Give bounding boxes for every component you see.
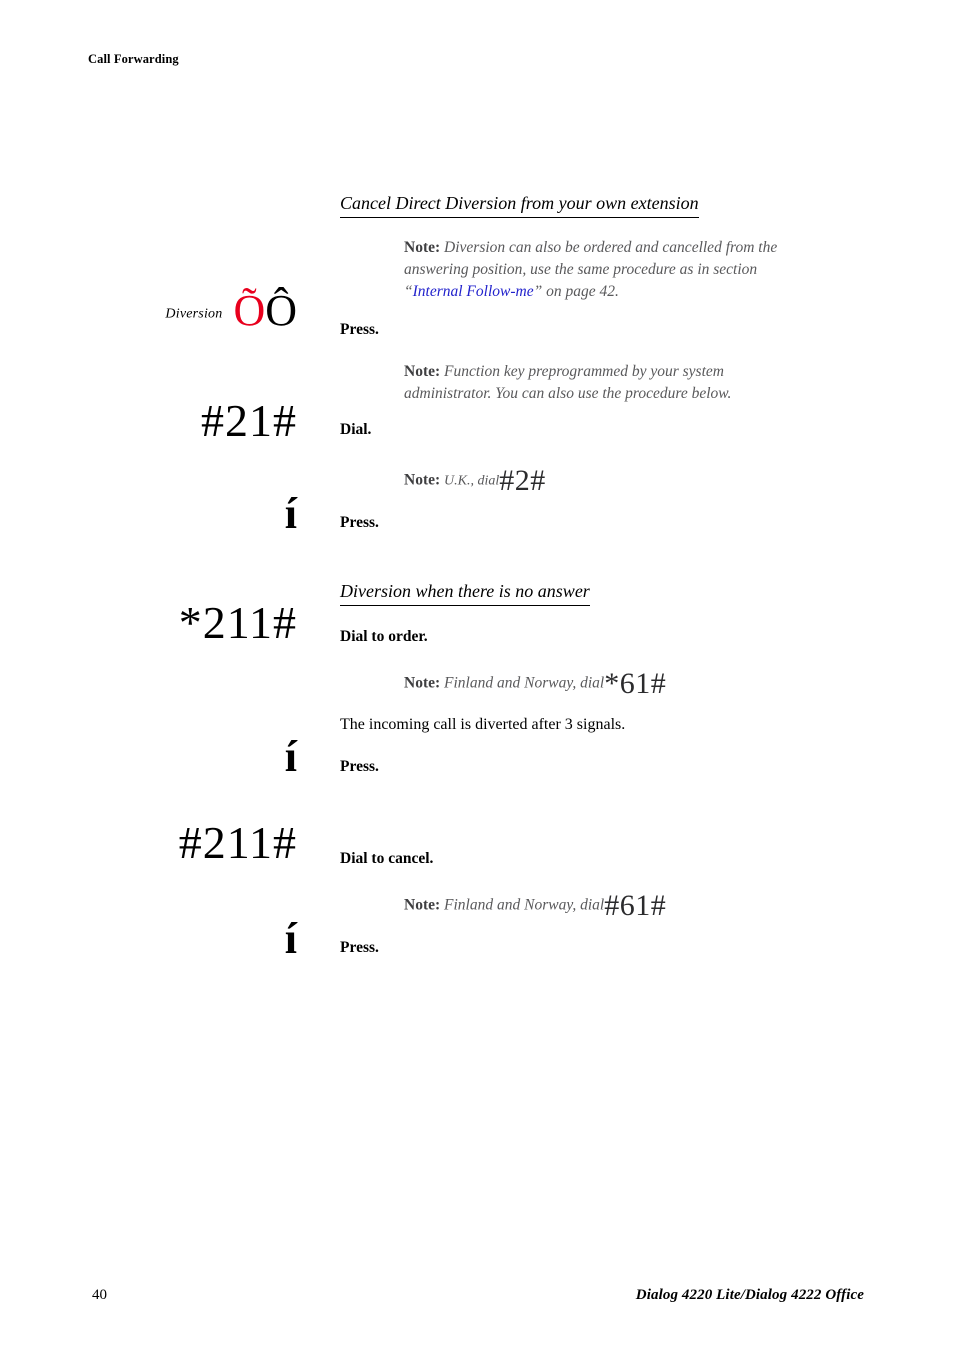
note-dial-code: #2# (499, 464, 546, 497)
dial-code-order-no-answer: *211# (60, 600, 297, 646)
text-incoming-call-diverted: The incoming call is diverted after 3 si… (340, 714, 885, 736)
action-press-after-order: Press. (340, 757, 885, 778)
action-label: Press. (340, 939, 379, 956)
key-clear-after-order: í (60, 735, 297, 779)
key-diversion-function: Diversion ÕÔ (60, 289, 297, 333)
action-press-after-dial-21: Press. (340, 513, 885, 534)
action-dial-to-cancel: Dial to cancel. (340, 849, 885, 870)
note-label: Note: (404, 896, 441, 914)
note-label: Note: (404, 674, 441, 692)
note-diversion-ordered-from-answering-position: Note: Diversion can also be ordered and … (404, 237, 884, 303)
note-line-1: Diversion can also be ordered and cancel… (444, 239, 778, 256)
action-label: Press. (340, 514, 379, 531)
diversion-key-label: Diversion (165, 306, 223, 322)
section-heading-cancel-direct-diversion: Cancel Direct Diversion from your own ex… (340, 192, 885, 219)
diversion-key-red-icon: Õ (233, 286, 266, 335)
note-link-suffix: ” on page 42. (533, 283, 619, 300)
note-text: U.K., dial (444, 473, 500, 489)
dial-code-text: *211# (178, 597, 297, 648)
clear-key-icon: í (284, 732, 297, 781)
note-finland-norway-order: Note: Finland and Norway, dial*61# (404, 663, 884, 706)
note-label: Note: (404, 471, 441, 489)
note-dial-code: *61# (604, 667, 667, 700)
diversion-key-black-icon: Ô (265, 286, 297, 335)
action-dial-to-order: Dial to order. (340, 627, 885, 648)
dial-code-cancel-no-answer: #211# (60, 820, 297, 866)
dial-code-cancel-direct-diversion: #21# (60, 398, 297, 444)
footer-document-title: Dialog 4220 Lite/Dialog 4222 Office (635, 1287, 864, 1303)
action-label: Dial to order. (340, 628, 428, 645)
key-clear-after-dial-21: í (60, 492, 297, 536)
note-dial-code: #61# (604, 889, 667, 922)
action-press-after-cancel: Press. (340, 938, 885, 959)
note-text: Finland and Norway, dial (444, 896, 605, 914)
action-label: Dial. (340, 421, 372, 438)
section-heading-text: Cancel Direct Diversion from your own ex… (340, 192, 699, 219)
action-dial: Dial. (340, 420, 885, 441)
note-finland-norway-cancel: Note: Finland and Norway, dial#61# (404, 885, 884, 928)
quote-open: “ (404, 283, 413, 300)
note-text: Finland and Norway, dial (444, 674, 605, 692)
dial-code-text: #21# (201, 395, 297, 446)
dial-code-text: #211# (178, 817, 297, 868)
footer-page-number: 40 (92, 1287, 107, 1303)
note-label: Note: (404, 239, 441, 256)
link-internal-follow-me[interactable]: Internal Follow-me (413, 283, 534, 300)
section-heading-diversion-no-answer: Diversion when there is no answer (340, 580, 885, 607)
running-header: Call Forwarding (88, 52, 179, 66)
action-label: Dial to cancel. (340, 850, 434, 867)
key-clear-after-cancel: í (60, 917, 297, 961)
body-text: The incoming call is diverted after 3 si… (340, 716, 626, 733)
note-line-1: Function key preprogrammed by your syste… (444, 363, 724, 380)
clear-key-icon: í (284, 489, 297, 538)
document-page: Call Forwarding Cancel Direct Diversion … (0, 0, 954, 1352)
section-heading-text: Diversion when there is no answer (340, 580, 590, 607)
action-press-diversion: Press. (340, 320, 885, 341)
note-function-key-preprogrammed: Note: Function key preprogrammed by your… (404, 361, 884, 405)
clear-key-icon: í (284, 914, 297, 963)
note-line-2: administrator. You can also use the proc… (404, 385, 732, 402)
note-line-2: answering position, use the same procedu… (404, 261, 758, 278)
note-uk-dial-code: Note: U.K., dial#2# (404, 460, 884, 503)
note-label: Note: (404, 363, 441, 380)
action-label: Press. (340, 758, 379, 775)
action-label: Press. (340, 321, 379, 338)
